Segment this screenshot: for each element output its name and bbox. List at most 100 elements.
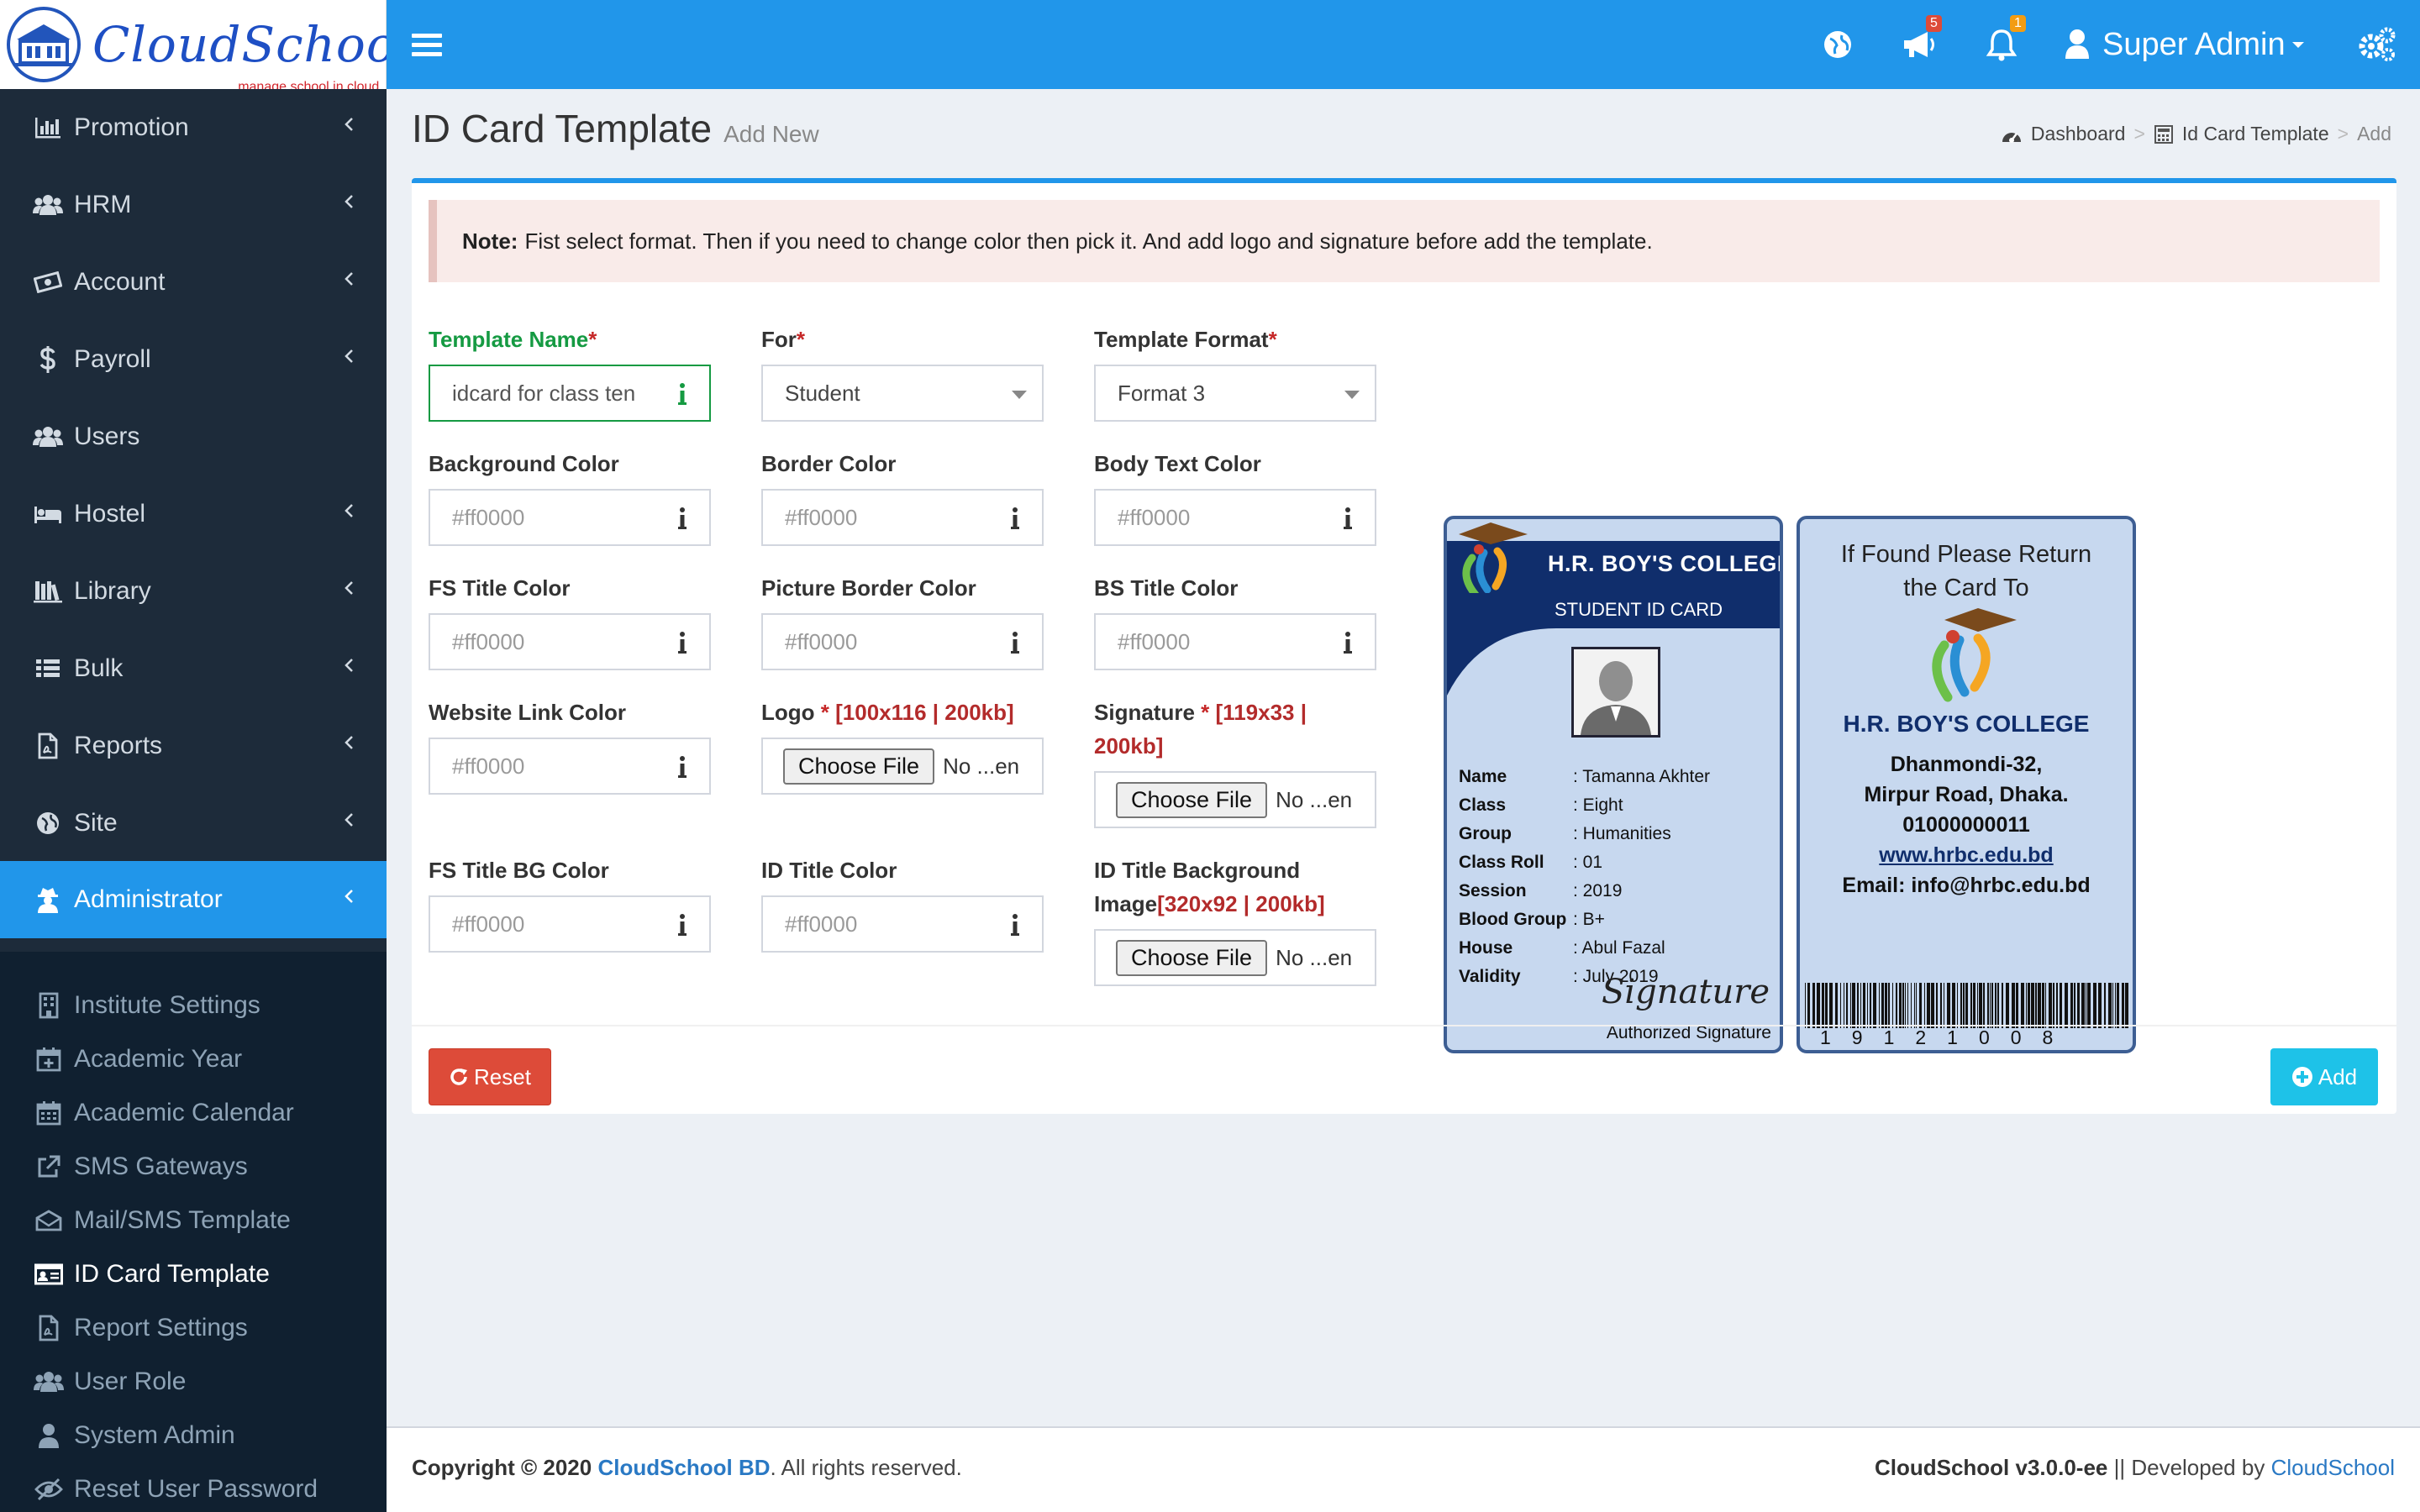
sidebar-item-site[interactable]: Site	[0, 785, 387, 862]
fs-title-bg-color-input[interactable]: #ff0000	[429, 895, 711, 953]
submenu-item-system-admin[interactable]: System Admin	[0, 1409, 387, 1462]
sidebar-item-label: Administrator	[74, 885, 223, 913]
sidebar-item-label: Library	[74, 577, 151, 605]
submenu-item-academic-calendar[interactable]: Academic Calendar	[0, 1086, 387, 1140]
chevron-left-icon	[343, 344, 355, 373]
submenu-item-report-settings[interactable]: Report Settings	[0, 1301, 387, 1355]
card-info-key: Blood Group	[1459, 910, 1567, 929]
sidebar-item-users[interactable]: Users	[0, 398, 387, 475]
developer-link[interactable]: CloudSchool	[2271, 1455, 2395, 1480]
id-card-front-preview: H.R. BOY'S COLLEGE STUDENT ID CARD Name:…	[1444, 516, 1783, 1053]
submenu-item-reset-user-password[interactable]: Reset User Password	[0, 1462, 387, 1512]
breadcrumb: Dashboard > Id Card Template > Add	[2001, 123, 2391, 145]
logo-choose-file-button[interactable]: Choose File	[783, 748, 935, 785]
for-select[interactable]: Student	[761, 365, 1044, 422]
signature-file-input[interactable]: Choose File No ...en	[1094, 771, 1376, 828]
submenu-item-label: System Admin	[74, 1421, 235, 1449]
submenu-item-label: Academic Calendar	[74, 1099, 294, 1126]
info-icon	[1344, 632, 1352, 654]
breadcrumb-separator: >	[2337, 123, 2349, 144]
sidebar-item-label: Bulk	[74, 654, 124, 682]
id-title-bg-image-file-input[interactable]: Choose File No ...en	[1094, 929, 1376, 986]
books-icon	[29, 580, 67, 603]
calendar-plus-icon	[32, 1047, 66, 1072]
card-info-value: : Tamanna Akhter	[1573, 767, 1711, 786]
users-icon	[32, 1370, 66, 1394]
card-back-website[interactable]: www.hrbc.edu.bd	[1879, 843, 2053, 867]
card-info-value: : B+	[1573, 910, 1605, 929]
signature-choose-file-button[interactable]: Choose File	[1116, 781, 1268, 818]
card-info-key: Group	[1459, 824, 1512, 843]
bs-title-color-label: BS Title Color	[1094, 575, 1239, 601]
page-title-text: ID Card Template	[412, 107, 713, 150]
chevron-left-icon	[343, 267, 355, 296]
sidebar-item-reports[interactable]: Reports	[0, 707, 387, 785]
fs-title-color-input[interactable]: #ff0000	[429, 613, 711, 670]
background-color-input[interactable]: #ff0000	[429, 489, 711, 546]
breadcrumb-dashboard[interactable]: Dashboard	[2031, 123, 2126, 145]
copyright-prefix: Copyright © 2020	[412, 1455, 592, 1480]
sidebar-item-promotion[interactable]: Promotion	[0, 89, 387, 166]
student-photo-placeholder	[1571, 647, 1660, 738]
picture-border-color-input[interactable]: #ff0000	[761, 613, 1044, 670]
company-link[interactable]: CloudSchool BD	[597, 1455, 770, 1480]
caret-down-icon	[1012, 391, 1027, 399]
template-format-select[interactable]: Format 3	[1094, 365, 1376, 422]
card-info-value: : Abul Fazal	[1573, 938, 1665, 958]
info-icon	[1011, 632, 1019, 654]
bed-icon	[29, 503, 67, 525]
sidebar-item-bulk[interactable]: Bulk	[0, 630, 387, 707]
breadcrumb-id-card-template[interactable]: Id Card Template	[2182, 123, 2329, 145]
bs-title-color-input[interactable]: #ff0000	[1094, 613, 1376, 670]
submenu-item-academic-year[interactable]: Academic Year	[0, 1032, 387, 1086]
page-title: ID Card Template Add New	[412, 106, 819, 151]
card-info-row: Class: Eight	[1459, 791, 1623, 820]
reset-button-label: Reset	[474, 1063, 531, 1089]
submenu-item-sms-gateways[interactable]: SMS Gateways	[0, 1140, 387, 1194]
submenu-item-id-card-template[interactable]: ID Card Template	[0, 1247, 387, 1301]
sidebar-item-hrm[interactable]: HRM	[0, 166, 387, 244]
signature-hint-line-2: 200kb]	[1094, 733, 1164, 759]
submenu-item-user-role[interactable]: User Role	[0, 1355, 387, 1409]
card-info-row: House: Abul Fazal	[1459, 934, 1665, 963]
border-color-placeholder: #ff0000	[785, 504, 858, 530]
website-link-color-input[interactable]: #ff0000	[429, 738, 711, 795]
website-link-color-label: Website Link Color	[429, 700, 626, 725]
user-menu[interactable]: Super Admin	[2064, 0, 2306, 89]
sidebar-item-hostel[interactable]: Hostel	[0, 475, 387, 553]
globe-icon[interactable]	[1822, 0, 1854, 89]
bell-icon[interactable]: 1	[1985, 0, 2026, 89]
id-title-color-input[interactable]: #ff0000	[761, 895, 1044, 953]
menu-toggle-icon[interactable]	[412, 34, 442, 57]
info-icon	[678, 507, 687, 529]
add-button[interactable]: Add	[2270, 1048, 2378, 1105]
page-subtitle: Add New	[723, 121, 819, 147]
submenu-item-institute-settings[interactable]: Institute Settings	[0, 979, 387, 1032]
submenu-item-label: Academic Year	[74, 1045, 243, 1073]
refresh-icon	[450, 1068, 468, 1085]
signature-no-file-text: No ...en	[1276, 786, 1353, 812]
brand-logo[interactable]: CloudSchool manage school in cloud	[0, 0, 412, 94]
chevron-left-icon	[343, 113, 355, 141]
megaphone-icon[interactable]: 5	[1901, 0, 1942, 89]
sidebar-item-payroll[interactable]: Payroll	[0, 321, 387, 398]
sidebar-item-administrator[interactable]: Administrator	[0, 861, 387, 938]
fs-title-color-label: FS Title Color	[429, 575, 571, 601]
sidebar-item-library[interactable]: Library	[0, 553, 387, 630]
body-text-color-input[interactable]: #ff0000	[1094, 489, 1376, 546]
id-title-bg-choose-file-button[interactable]: Choose File	[1116, 939, 1268, 976]
template-name-input[interactable]: idcard for class ten	[429, 365, 711, 422]
note-label: Note:	[462, 228, 518, 254]
card-back-phone: 01000000011	[1902, 813, 2030, 837]
building-icon	[32, 992, 66, 1019]
gears-icon[interactable]	[2356, 0, 2396, 89]
logo-file-input[interactable]: Choose File No ...en	[761, 738, 1044, 795]
submenu-item-mail-sms-template[interactable]: Mail/SMS Template	[0, 1194, 387, 1247]
reset-button[interactable]: Reset	[429, 1048, 551, 1105]
card-info-value: : Eight	[1573, 795, 1623, 815]
id-title-color-placeholder: #ff0000	[785, 911, 858, 937]
chevron-left-icon	[343, 885, 355, 913]
sidebar-item-account[interactable]: Account	[0, 244, 387, 321]
border-color-input[interactable]: #ff0000	[761, 489, 1044, 546]
card-info-row: Group: Humanities	[1459, 820, 1671, 848]
